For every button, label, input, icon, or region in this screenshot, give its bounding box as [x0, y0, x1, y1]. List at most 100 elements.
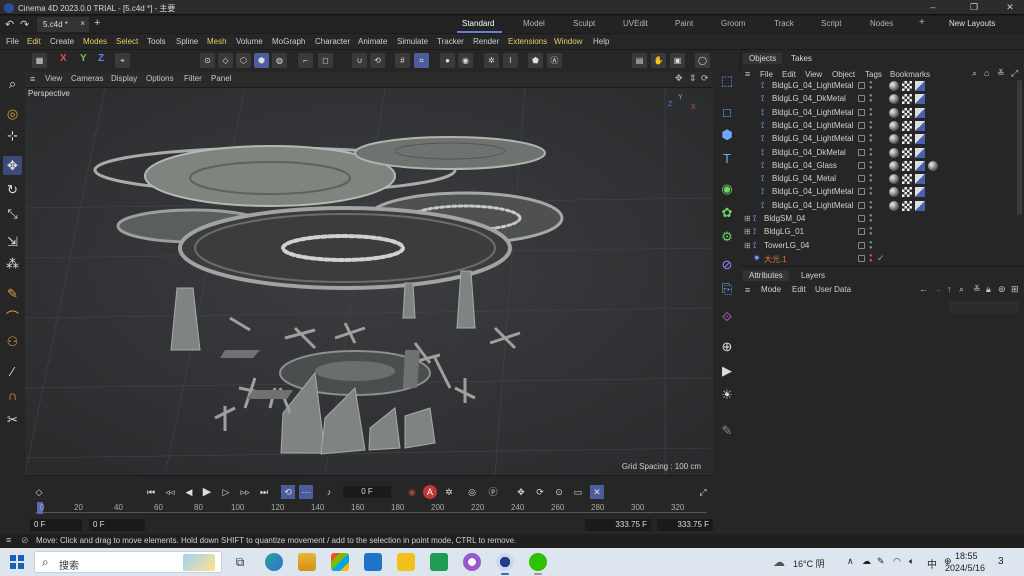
primitive-cube-icon[interactable]: ⬢ — [718, 126, 736, 144]
layout-track[interactable]: Track — [774, 19, 794, 28]
object-tree-row[interactable]: ⟟ BldgLG_04_LightMetal ● ● — [741, 120, 1024, 133]
goto-start-button[interactable]: ⏮ — [144, 485, 158, 499]
spline-boolean-icon[interactable]: ⚇ — [3, 332, 22, 351]
weather-text[interactable]: 16°C 阴 — [793, 557, 825, 570]
motion-record-button[interactable]: ◎ — [465, 485, 479, 499]
play-sound-button[interactable]: ⓟ — [486, 485, 500, 499]
viewport-menu-panel[interactable]: Panel — [211, 74, 231, 83]
new-layouts-button[interactable]: New Layouts — [949, 19, 995, 28]
taskbar-search-box[interactable]: ⌕ 搜索 — [34, 551, 222, 573]
render-visibility-dots[interactable]: ● ● — [869, 173, 873, 184]
create-object-icon[interactable]: ⬚ — [718, 72, 736, 90]
render-visibility-dots[interactable]: ● ● — [869, 213, 873, 224]
visibility-toggle[interactable] — [858, 201, 865, 209]
visibility-toggle[interactable] — [858, 241, 865, 249]
render-active-view-icon[interactable]: ✋ — [651, 53, 666, 68]
goto-end-button[interactable]: ⏭ — [257, 485, 271, 499]
objects-hamburger-icon[interactable]: ≡ — [745, 69, 750, 79]
cloud-render-icon[interactable]: ◯ — [695, 53, 710, 68]
previous-frame-button[interactable]: ◀ — [182, 485, 196, 499]
objects-home-icon[interactable]: ⌂ — [984, 68, 989, 78]
notification-badge[interactable]: 3 — [998, 556, 1004, 567]
texture-tag-icon[interactable] — [902, 147, 912, 158]
expand-toggle-icon[interactable]: ⊞ — [744, 241, 751, 250]
layout-nodes[interactable]: Nodes — [870, 19, 893, 28]
maximize-button[interactable]: ❐ — [961, 0, 987, 15]
objects-menu-object[interactable]: Object — [832, 70, 855, 79]
material-tag-icon[interactable] — [889, 134, 899, 145]
menu-extensions[interactable]: Extensions — [508, 37, 547, 46]
layout-paint[interactable]: Paint — [675, 19, 693, 28]
min-time-field[interactable]: 0 F — [30, 519, 82, 531]
menu-render[interactable]: Render — [473, 37, 499, 46]
object-tree-row[interactable]: ⊞ ⟟ BldgLG_01 ● ● — [741, 226, 1024, 239]
object-tree-row[interactable]: ✷ 大光.1 ● ● ✓ — [741, 253, 1024, 266]
expand-toggle-icon[interactable]: ⊞ — [744, 214, 751, 223]
menu-window[interactable]: Window — [554, 37, 582, 46]
objects-menu-edit[interactable]: Edit — [782, 70, 796, 79]
texture-tag-icon[interactable] — [902, 174, 912, 185]
visibility-toggle[interactable] — [858, 254, 865, 262]
coordinate-system-icon[interactable]: ⌖ — [115, 53, 130, 68]
objects-menu-view[interactable]: View — [805, 70, 822, 79]
layout-groom[interactable]: Groom — [721, 19, 745, 28]
phong-tag-icon[interactable] — [915, 200, 925, 211]
enabled-check-icon[interactable]: ✓ — [877, 253, 885, 264]
spline-pen-icon[interactable]: ✎ — [3, 284, 22, 303]
edges-mode-icon[interactable]: ◇ — [218, 53, 233, 68]
brush-icon[interactable]: ⁄ — [3, 362, 22, 381]
cube-icon[interactable]: □ — [718, 104, 736, 122]
next-key-button[interactable]: ▹▹ — [238, 485, 252, 499]
tab-takes[interactable]: Takes — [785, 53, 818, 64]
current-frame-field[interactable]: 0 F — [343, 486, 391, 498]
play-button[interactable]: ▶ — [200, 485, 214, 499]
menu-modes[interactable]: Modes — [83, 37, 107, 46]
animate-a-icon[interactable]: Ⓐ — [547, 53, 562, 68]
axis-mode-icon[interactable]: ◻ — [318, 53, 333, 68]
file-explorer-icon[interactable] — [298, 553, 316, 571]
render-visibility-dots[interactable]: ● ● — [869, 253, 873, 264]
layout-standard[interactable]: Standard — [462, 19, 494, 28]
points-mode-icon[interactable]: ⊙ — [200, 53, 215, 68]
render-visibility-dots[interactable]: ● ● — [869, 226, 873, 237]
scale-tool-icon[interactable]: ⤡ — [3, 204, 22, 223]
key-param-button[interactable]: ▭ — [571, 485, 585, 499]
mail-icon[interactable] — [364, 553, 382, 571]
object-tree-row[interactable]: ⟟ BldgLG_04_LightMetal ● ● — [741, 107, 1024, 120]
generator-icon[interactable]: ◉ — [718, 180, 736, 198]
record-key-button[interactable]: ◉ — [405, 485, 419, 499]
uv-mode-icon[interactable]: ◍ — [272, 53, 287, 68]
viewport-zoom-icon[interactable]: ⇕ — [689, 73, 697, 84]
render-visibility-dots[interactable]: ● ● — [869, 120, 873, 131]
previous-key-button[interactable]: ◃◃ — [163, 485, 177, 499]
rotate-tool-icon[interactable]: ↻ — [3, 180, 22, 199]
object-tree-row[interactable]: ⟟ BldgLG_04_LightMetal ● ● — [741, 133, 1024, 146]
visibility-toggle[interactable] — [858, 161, 865, 169]
cinema4d-taskbar-icon[interactable] — [496, 553, 514, 571]
phong-tag-icon[interactable] — [915, 120, 925, 131]
knife-icon[interactable]: ✂ — [3, 410, 22, 429]
model-mode-icon[interactable]: ⬢ — [254, 53, 269, 68]
attributes-menu-edit[interactable]: Edit — [792, 285, 806, 294]
menu-mesh[interactable]: Mesh — [207, 37, 227, 46]
y-axis-lock-button[interactable]: Y — [80, 53, 87, 64]
cloner-icon[interactable]: ✿ — [718, 204, 736, 222]
phong-tag-icon[interactable] — [915, 147, 925, 158]
render-visibility-dots[interactable]: ● ● — [869, 147, 873, 158]
quantize-icon[interactable]: ⟲ — [370, 53, 385, 68]
key-position-button[interactable]: ✥ — [514, 485, 528, 499]
spline-sketch-icon[interactable]: ⌒ — [3, 308, 22, 327]
menu-volume[interactable]: Volume — [236, 37, 263, 46]
object-tree-row[interactable]: ⊞ ⟟ TowerLG_04 ● ● — [741, 240, 1024, 253]
environment-icon[interactable]: ⊕ — [718, 338, 736, 356]
new-document-button[interactable]: + — [94, 17, 100, 29]
material-tag-icon[interactable] — [889, 187, 899, 198]
preview-end-field[interactable]: 333.75 F — [585, 519, 651, 531]
autokey-icon[interactable]: ◉ — [458, 53, 473, 68]
redo-icon[interactable]: ↷ — [20, 18, 29, 31]
visibility-toggle[interactable] — [858, 108, 865, 116]
viewport-menu-display[interactable]: Display — [111, 74, 137, 83]
texture-tag-icon[interactable] — [902, 160, 912, 171]
attributes-hamburger-icon[interactable]: ≡ — [745, 285, 750, 295]
material-tag-icon[interactable] — [889, 160, 899, 171]
